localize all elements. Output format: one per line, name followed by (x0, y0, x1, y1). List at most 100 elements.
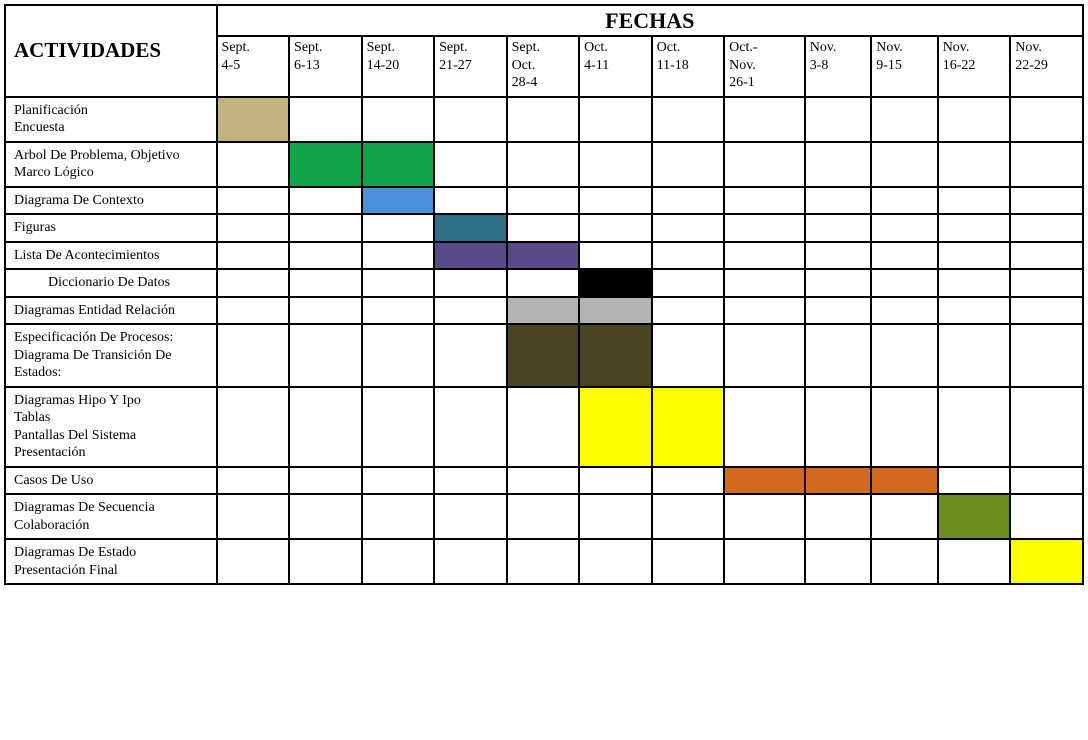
gantt-cell (724, 269, 805, 297)
gantt-cell (579, 242, 652, 270)
gantt-cell (724, 324, 805, 387)
gantt-cell (362, 297, 435, 325)
gantt-cell (217, 467, 290, 495)
gantt-cell (434, 494, 507, 539)
gantt-cell (434, 387, 507, 467)
gantt-cell (579, 97, 652, 142)
gantt-row: Arbol De Problema, Objetivo Marco Lógico (5, 142, 1083, 187)
gantt-row: PlanificaciónEncuesta (5, 97, 1083, 142)
gantt-cell (938, 269, 1011, 297)
gantt-cell (217, 187, 290, 215)
gantt-cell (217, 142, 290, 187)
gantt-cell (871, 142, 937, 187)
gantt-cell (507, 214, 580, 242)
gantt-cell (507, 97, 580, 142)
gantt-cell (289, 269, 362, 297)
gantt-cell (507, 297, 580, 325)
gantt-cell (434, 467, 507, 495)
gantt-cell (805, 324, 871, 387)
date-col-5: Oct.4-11 (579, 36, 652, 97)
gantt-cell (938, 97, 1011, 142)
gantt-cell (871, 187, 937, 215)
gantt-cell (1010, 297, 1083, 325)
date-col-0: Sept.4-5 (217, 36, 290, 97)
gantt-cell (289, 494, 362, 539)
activity-label: Lista De Acontecimientos (5, 242, 217, 270)
gantt-cell (362, 387, 435, 467)
gantt-cell (217, 324, 290, 387)
gantt-cell (289, 539, 362, 584)
gantt-cell (1010, 324, 1083, 387)
gantt-cell (652, 269, 725, 297)
gantt-cell (362, 242, 435, 270)
gantt-cell (362, 467, 435, 495)
gantt-cell (434, 187, 507, 215)
gantt-cell (434, 297, 507, 325)
gantt-cell (507, 242, 580, 270)
gantt-cell (289, 97, 362, 142)
gantt-cell (805, 387, 871, 467)
gantt-cell (724, 142, 805, 187)
gantt-cell (362, 97, 435, 142)
date-col-3: Sept.21-27 (434, 36, 507, 97)
gantt-row: Diagramas De SecuenciaColaboración (5, 494, 1083, 539)
gantt-cell (289, 142, 362, 187)
gantt-cell (724, 539, 805, 584)
date-col-10: Nov.16-22 (938, 36, 1011, 97)
gantt-row: Diagramas Entidad Relación (5, 297, 1083, 325)
gantt-cell (871, 242, 937, 270)
gantt-cell (289, 324, 362, 387)
gantt-cell (1010, 269, 1083, 297)
gantt-cell (579, 387, 652, 467)
gantt-row: Diccionario De Datos (5, 269, 1083, 297)
gantt-cell (652, 214, 725, 242)
gantt-cell (652, 142, 725, 187)
gantt-cell (938, 142, 1011, 187)
date-col-8: Nov.3-8 (805, 36, 871, 97)
gantt-cell (1010, 242, 1083, 270)
gantt-cell (507, 387, 580, 467)
gantt-cell (652, 494, 725, 539)
gantt-cell (652, 467, 725, 495)
gantt-cell (938, 297, 1011, 325)
gantt-cell (938, 324, 1011, 387)
gantt-cell (805, 494, 871, 539)
gantt-cell (217, 214, 290, 242)
gantt-cell (434, 142, 507, 187)
gantt-row: Diagrama De Contexto (5, 187, 1083, 215)
gantt-cell (805, 97, 871, 142)
gantt-cell (1010, 494, 1083, 539)
gantt-cell (1010, 214, 1083, 242)
gantt-cell (217, 269, 290, 297)
gantt-cell (724, 467, 805, 495)
gantt-cell (1010, 467, 1083, 495)
gantt-cell (1010, 539, 1083, 584)
date-col-9: Nov.9-15 (871, 36, 937, 97)
gantt-cell (217, 242, 290, 270)
gantt-cell (652, 324, 725, 387)
gantt-cell (724, 187, 805, 215)
gantt-cell (652, 297, 725, 325)
gantt-cell (871, 269, 937, 297)
gantt-cell (362, 187, 435, 215)
gantt-cell (217, 539, 290, 584)
gantt-cell (1010, 387, 1083, 467)
gantt-cell (652, 539, 725, 584)
gantt-row: Diagramas De EstadoPresentación Final (5, 539, 1083, 584)
gantt-cell (724, 242, 805, 270)
gantt-cell (434, 214, 507, 242)
gantt-cell (871, 539, 937, 584)
gantt-cell (579, 187, 652, 215)
gantt-cell (871, 97, 937, 142)
gantt-cell (289, 467, 362, 495)
gantt-cell (362, 539, 435, 584)
gantt-row: Figuras (5, 214, 1083, 242)
gantt-cell (217, 494, 290, 539)
gantt-cell (362, 494, 435, 539)
gantt-cell (362, 269, 435, 297)
gantt-cell (938, 467, 1011, 495)
gantt-cell (938, 387, 1011, 467)
gantt-cell (579, 324, 652, 387)
activity-label: Diagramas De SecuenciaColaboración (5, 494, 217, 539)
activity-label: Diagrama De Contexto (5, 187, 217, 215)
